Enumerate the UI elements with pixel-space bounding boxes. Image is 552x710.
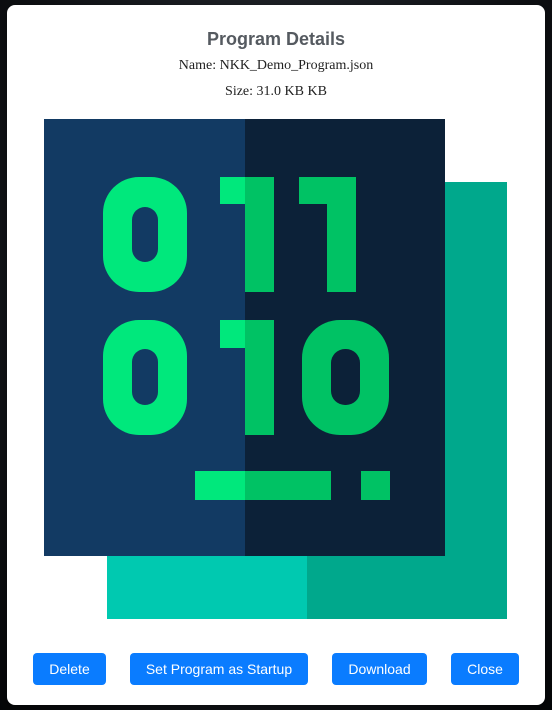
program-size: Size: 31.0 KB KB <box>225 84 327 99</box>
program-details-dialog: Program Details Name: NKK_Demo_Program.j… <box>7 5 545 705</box>
close-button[interactable]: Close <box>451 653 519 685</box>
delete-button[interactable]: Delete <box>33 653 106 685</box>
dialog-title: Program Details <box>206 29 346 49</box>
set-startup-button[interactable]: Set Program as Startup <box>130 653 308 685</box>
program-name: Name: NKK_Demo_Program.json <box>178 58 374 73</box>
download-button[interactable]: Download <box>332 653 427 685</box>
binary-code-icon <box>44 119 507 619</box>
